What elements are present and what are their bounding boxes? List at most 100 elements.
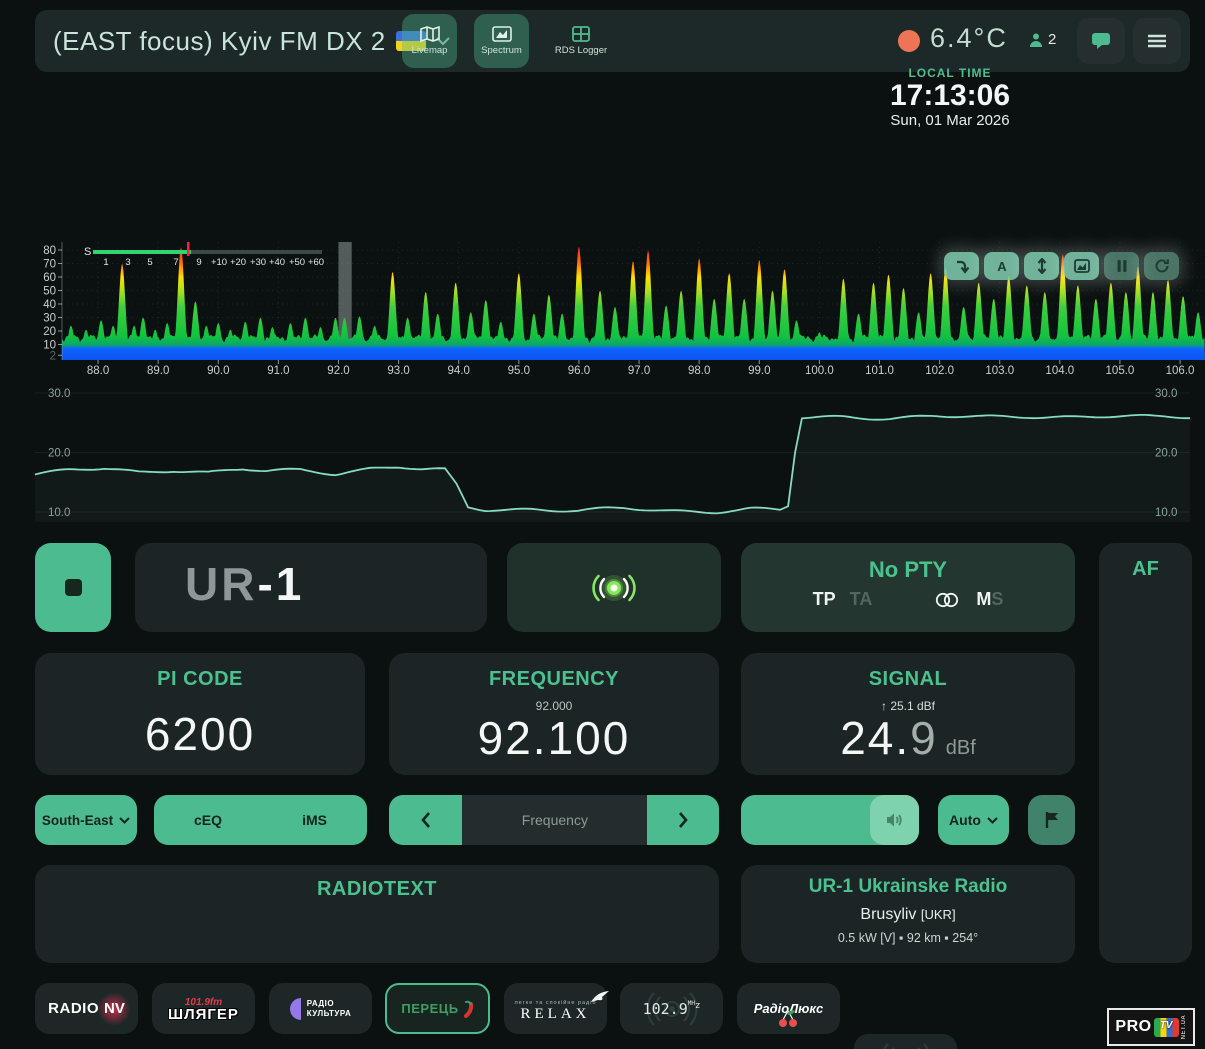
spectrum-refresh-button[interactable] [1144, 252, 1179, 280]
server-title: (EAST focus) Kyiv FM DX 2 [53, 26, 386, 57]
svg-text:+30: +30 [250, 257, 266, 268]
report-flag-button[interactable] [1028, 795, 1075, 845]
signal-peak: ↑ 25.1 dBf [741, 699, 1075, 713]
svg-text:97.0: 97.0 [628, 365, 650, 377]
refresh-icon [1154, 258, 1170, 274]
spectrum-toolbar: A [944, 252, 1179, 280]
antenna-select[interactable]: South-East [35, 795, 137, 845]
spectrum-snap-down-button[interactable] [944, 252, 979, 280]
stereo-beacon-icon [578, 568, 650, 608]
station-tile-radio-lux[interactable]: РадіоЛюкс [737, 983, 840, 1034]
svg-text:+60: +60 [308, 257, 324, 268]
spectrum-label: Spectrum [481, 45, 522, 56]
livemap-button[interactable]: Livemap [402, 14, 457, 68]
tp-flag: TP [813, 589, 836, 610]
map-icon [420, 26, 440, 42]
svg-text:+20: +20 [230, 257, 246, 268]
cherry-icon [777, 1010, 799, 1028]
station-tile-relax[interactable]: легке та спокійне радіо RELAX [504, 983, 607, 1034]
svg-text:+40: +40 [269, 257, 285, 268]
protv-domain: NET.UA [1181, 1015, 1187, 1039]
spectrum-button[interactable]: Spectrum [474, 14, 529, 68]
rds-flags: TP TA MS [741, 589, 1075, 610]
af-list-panel: AF [1099, 543, 1192, 963]
letter-a-icon: A [994, 258, 1010, 274]
rds-ps-name: UR-1 [185, 557, 304, 611]
svg-text:98.0: 98.0 [688, 365, 710, 377]
spectrum-pause-button[interactable] [1104, 252, 1139, 280]
af-list-title: AF [1099, 558, 1192, 581]
svg-text:A: A [997, 259, 1007, 274]
station-name-panel: UR-1 [135, 543, 487, 632]
svg-text:40: 40 [43, 299, 56, 311]
station-tile-106-9[interactable]: 106.9MHz [854, 1034, 957, 1049]
svg-text:91.0: 91.0 [267, 365, 289, 377]
ms-s: S [991, 589, 1003, 609]
local-date-value: Sun, 01 Mar 2026 [860, 112, 1040, 129]
stereo-indicator-panel [507, 543, 721, 632]
station-tile-perets-selected[interactable]: ПЕРЕЦЬ [385, 983, 490, 1034]
frequency-stepper [389, 795, 719, 845]
station-tile-shlyager[interactable]: 101.9fm ШЛЯГЕР [152, 983, 255, 1034]
perets-label: ПЕРЕЦЬ [401, 1001, 458, 1016]
local-time-value: 17:13:06 [860, 80, 1040, 112]
chevron-down-icon [987, 817, 998, 824]
svg-text:9: 9 [196, 257, 201, 268]
local-clock: LOCAL TIME 17:13:06 Sun, 01 Mar 2026 [860, 66, 1040, 129]
svg-text:93.0: 93.0 [387, 365, 409, 377]
play-stop-button[interactable] [35, 543, 111, 632]
pepper-icon [462, 1000, 474, 1018]
frequency-up-button[interactable] [647, 795, 719, 845]
svg-text:88.0: 88.0 [87, 365, 109, 377]
chart-area-icon [1074, 258, 1090, 274]
svg-text:102.0: 102.0 [925, 365, 954, 377]
pty-value: No PTY [741, 557, 1075, 583]
bird-icon [589, 990, 611, 1004]
volume-slider[interactable] [741, 795, 919, 845]
ceq-toggle[interactable]: cEQ [194, 812, 222, 828]
spectrum-vertical-zoom-button[interactable] [1024, 252, 1059, 280]
temperature-readout: 6.4°C [930, 23, 1008, 54]
signal-value-int: 24. [840, 712, 910, 764]
ps-name-bright: -1 [257, 558, 304, 610]
chat-button[interactable] [1077, 18, 1125, 64]
pi-code-title: PI CODE [35, 668, 365, 691]
station-tile-102-9[interactable]: 102.9MHz [620, 983, 723, 1034]
frequency-input[interactable] [462, 795, 647, 845]
frequency-exact-value: 92.000 [389, 699, 719, 713]
svg-text:92.0: 92.0 [327, 365, 349, 377]
svg-text:70: 70 [43, 259, 56, 271]
listener-count-value: 2 [1048, 31, 1056, 48]
server-title-dropdown[interactable]: (EAST focus) Kyiv FM DX 2 [53, 10, 450, 72]
half-circle-icon [290, 998, 301, 1020]
signal-unit: dBf [946, 737, 976, 759]
signal-title: SIGNAL [741, 668, 1075, 691]
signal-peak-value: 25.1 dBf [890, 699, 935, 713]
protv-pro-text: PRO [1115, 1018, 1151, 1036]
transmitter-info-panel: UR-1 Ukrainske Radio Brusyliv [UKR] 0.5 … [741, 865, 1075, 963]
station-tile-radio-nv[interactable]: RADIO NV [35, 983, 138, 1034]
rds-logger-button[interactable]: RDS Logger [546, 14, 616, 68]
station-tile-radio-kultura[interactable]: РАДІОКУЛЬТУРА [269, 983, 372, 1034]
svg-text:94.0: 94.0 [448, 365, 470, 377]
mode-select[interactable]: Auto [938, 795, 1009, 845]
transmitter-location: Brusyliv [UKR] [741, 906, 1075, 924]
frequency-title: FREQUENCY [389, 668, 719, 691]
signal-panel: SIGNAL ↑ 25.1 dBf 24.9dBf [741, 653, 1075, 775]
listener-count: 2 [1028, 31, 1056, 48]
volume-slider-thumb[interactable] [870, 795, 919, 845]
signal-value: 24.9dBf [741, 713, 1075, 773]
svg-text:3: 3 [125, 257, 130, 268]
menu-button[interactable] [1133, 18, 1181, 64]
spectrum-autoscale-button[interactable]: A [984, 252, 1019, 280]
svg-text:99.0: 99.0 [748, 365, 770, 377]
ims-toggle[interactable]: iMS [302, 812, 327, 828]
frequency-down-button[interactable] [389, 795, 462, 845]
eq-ims-toggle-group: cEQ iMS [154, 795, 367, 845]
signal-history-chart: 30.030.020.020.010.010.0 [0, 380, 1205, 526]
spectrum-graph-style-button[interactable] [1064, 252, 1099, 280]
flag-icon [1044, 811, 1060, 829]
svg-text:89.0: 89.0 [147, 365, 169, 377]
chevron-right-icon [678, 812, 688, 828]
local-time-label: LOCAL TIME [860, 66, 1040, 80]
